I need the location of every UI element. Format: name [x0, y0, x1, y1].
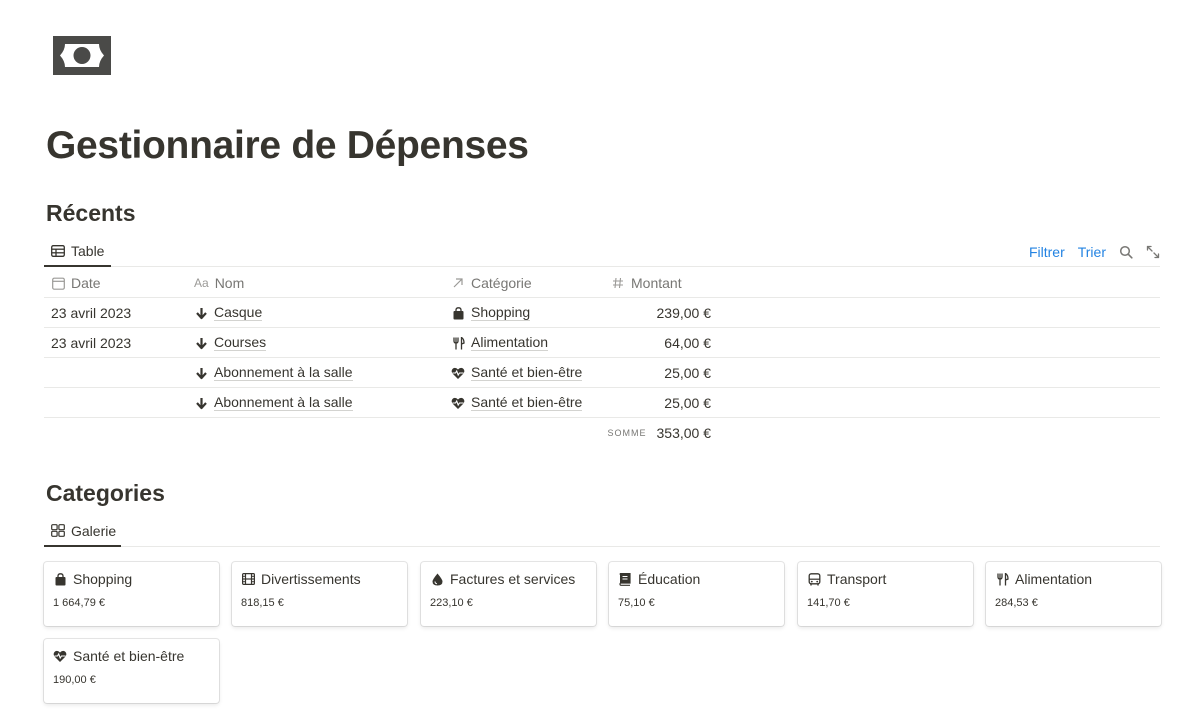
bus-icon: [807, 572, 821, 586]
gallery-icon: [51, 524, 65, 538]
sort-button[interactable]: Trier: [1078, 244, 1106, 260]
table-toolbar: Filtrer Trier: [1029, 236, 1160, 267]
card-title: Factures et services: [450, 571, 576, 587]
card-amount: 1 664,79 €: [53, 597, 105, 609]
expand-icon[interactable]: [1146, 245, 1160, 259]
card-amount: 75,10 €: [618, 597, 655, 609]
arrow-down-icon: [194, 366, 208, 380]
row-category[interactable]: Santé et bien-être: [451, 388, 583, 418]
amount-sum[interactable]: SOMME 353,00 €: [591, 418, 711, 448]
card-amount: 223,10 €: [430, 597, 473, 609]
category-card-education[interactable]: Éducation 75,10 €: [609, 562, 784, 626]
table-row[interactable]: Abonnement à la salle Santé et bien-être…: [44, 358, 1160, 388]
shopping-bag-icon: [451, 306, 465, 320]
film-icon: [241, 572, 255, 586]
tab-galerie[interactable]: Galerie: [44, 516, 121, 547]
arrow-down-icon: [194, 396, 208, 410]
category-card-factures[interactable]: Factures et services 223,10 €: [421, 562, 596, 626]
row-name[interactable]: Abonnement à la salle: [194, 358, 353, 388]
row-category[interactable]: Shopping: [451, 298, 531, 328]
arrow-down-icon: [194, 306, 208, 320]
column-header-montant[interactable]: Montant: [611, 268, 711, 298]
calendar-icon: [51, 276, 65, 290]
category-card-transport[interactable]: Transport 141,70 €: [798, 562, 973, 626]
category-card-shopping[interactable]: Shopping 1 664,79 €: [44, 562, 219, 626]
card-amount: 284,53 €: [995, 597, 1038, 609]
search-icon[interactable]: [1119, 245, 1133, 259]
row-amount: 25,00 €: [664, 365, 711, 381]
table-row[interactable]: Abonnement à la salle Santé et bien-être…: [44, 388, 1160, 418]
shopping-bag-icon: [53, 572, 67, 586]
row-amount: 64,00 €: [664, 335, 711, 351]
drop-icon: [430, 572, 444, 586]
table-icon: [51, 244, 65, 258]
row-category[interactable]: Alimentation: [451, 328, 549, 358]
fork-knife-icon: [451, 336, 465, 350]
category-card-alimentation[interactable]: Alimentation 284,53 €: [986, 562, 1161, 626]
category-card-divertissements[interactable]: Divertissements 818,15 €: [232, 562, 407, 626]
sum-row: SOMME 353,00 €: [44, 418, 1160, 448]
book-icon: [618, 572, 632, 586]
section-title-recents: Récents: [46, 200, 136, 226]
row-date: 23 avril 2023: [51, 335, 132, 351]
heart-pulse-icon: [53, 649, 67, 663]
page-title: Gestionnaire de Dépenses: [46, 124, 529, 167]
tab-table[interactable]: Table: [44, 236, 111, 267]
table-row[interactable]: 23 avril 2023 Casque Shopping 239,00 €: [44, 298, 1160, 328]
card-amount: 190,00 €: [53, 674, 96, 686]
tab-table-label: Table: [71, 242, 105, 259]
section-title-categories: Categories: [46, 480, 165, 506]
card-title: Alimentation: [1015, 571, 1093, 587]
card-title: Shopping: [73, 571, 133, 587]
recents-table: Date Aa Nom Catégorie Montant 23 avril 2…: [44, 268, 1160, 448]
card-amount: 818,15 €: [241, 597, 284, 609]
heart-pulse-icon: [451, 396, 465, 410]
filter-button[interactable]: Filtrer: [1029, 244, 1065, 260]
row-amount: 25,00 €: [664, 395, 711, 411]
category-card-sante[interactable]: Santé et bien-être 190,00 €: [44, 639, 219, 703]
sum-value: 353,00 €: [656, 425, 712, 441]
row-name[interactable]: Abonnement à la salle: [194, 388, 353, 418]
column-header-date[interactable]: Date: [51, 268, 101, 298]
card-title: Transport: [827, 571, 887, 587]
column-header-categorie[interactable]: Catégorie: [451, 268, 532, 298]
tab-galerie-label: Galerie: [71, 522, 117, 539]
categories-view-bar: Galerie: [44, 516, 1160, 547]
card-amount: 141,70 €: [807, 597, 850, 609]
card-title: Santé et bien-être: [73, 648, 185, 664]
row-category[interactable]: Santé et bien-être: [451, 358, 583, 388]
recents-view-bar: Table Filtrer Trier: [44, 236, 1160, 267]
table-header-row: Date Aa Nom Catégorie Montant: [44, 268, 1160, 298]
heart-pulse-icon: [451, 366, 465, 380]
hash-icon: [611, 276, 625, 290]
row-name[interactable]: Casque: [194, 298, 263, 328]
card-title: Divertissements: [261, 571, 361, 587]
column-header-nom[interactable]: Aa Nom: [194, 268, 244, 298]
arrow-down-icon: [194, 336, 208, 350]
text-aa-icon: Aa: [194, 276, 209, 290]
card-title: Éducation: [638, 571, 701, 587]
table-row[interactable]: 23 avril 2023 Courses Alimentation 64,00…: [44, 328, 1160, 358]
row-amount: 239,00 €: [656, 305, 712, 321]
row-name[interactable]: Courses: [194, 328, 267, 358]
fork-knife-icon: [995, 572, 1009, 586]
sum-label: SOMME: [607, 428, 647, 438]
row-date: 23 avril 2023: [51, 305, 132, 321]
money-bill-icon: [53, 36, 111, 75]
relation-arrow-icon: [451, 276, 465, 290]
